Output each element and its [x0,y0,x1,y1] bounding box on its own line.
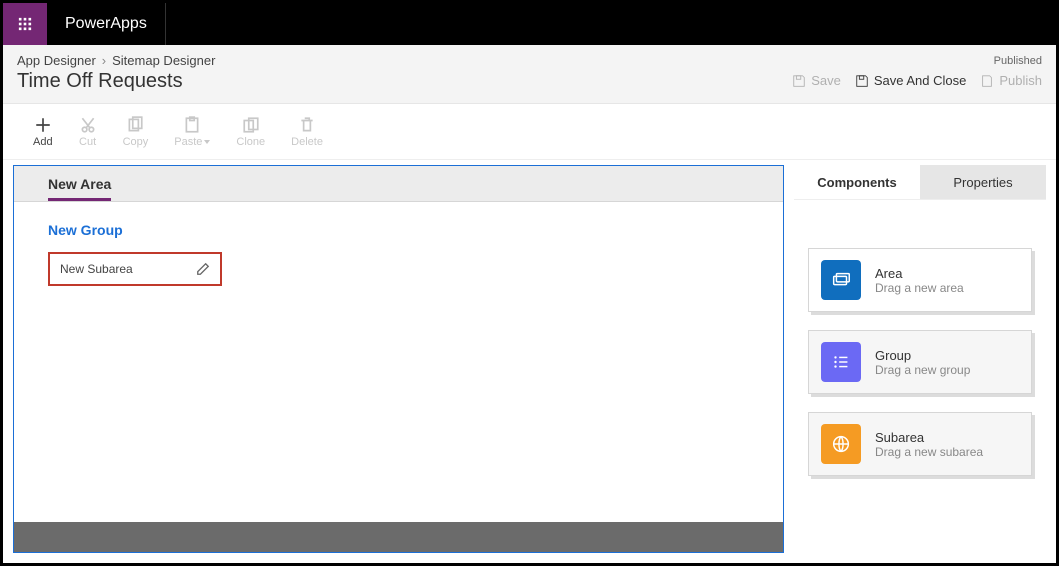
trash-icon [298,116,316,134]
save-and-close-label: Save And Close [874,73,967,88]
tab-components[interactable]: Components [794,165,920,199]
paste-label: Paste [174,136,202,148]
clone-button[interactable]: Clone [236,116,265,148]
subarea-label: New Subarea [60,262,133,276]
area-icon [821,260,861,300]
cut-label: Cut [79,136,96,148]
cut-button[interactable]: Cut [79,116,97,148]
group-title[interactable]: New Group [48,222,749,238]
workspace: New Area New Group New Subarea Component… [3,160,1056,563]
component-group-sub: Drag a new group [875,363,970,377]
component-subarea-sub: Drag a new subarea [875,445,983,459]
app-launcher-button[interactable] [3,3,47,45]
clone-icon [242,116,260,134]
paste-button[interactable]: Paste [174,116,210,148]
clone-label: Clone [236,136,265,148]
group-block: New Group New Subarea [14,202,783,306]
save-icon [792,74,806,88]
scissors-icon [79,116,97,134]
chevron-right-icon: › [102,53,106,68]
save-label: Save [811,73,841,88]
clipboard-icon [183,116,201,134]
copy-label: Copy [123,136,149,148]
side-panel: Components Properties Area Drag a new ar… [794,165,1046,553]
subarea-item[interactable]: New Subarea [48,252,222,286]
component-subarea[interactable]: Subarea Drag a new subarea [808,412,1032,476]
side-panel-tabs: Components Properties [794,165,1046,199]
components-list: Area Drag a new area Group Drag a new gr… [794,199,1046,553]
publish-icon [980,74,994,88]
page-title: Time Off Requests [17,70,792,93]
publish-button[interactable]: Publish [980,73,1042,88]
app-name: PowerApps [47,3,166,45]
tab-properties[interactable]: Properties [920,165,1046,199]
component-area-sub: Drag a new area [875,281,964,295]
component-group-title: Group [875,348,970,363]
copy-button[interactable]: Copy [123,116,149,148]
pencil-icon[interactable] [196,262,210,276]
save-and-close-button[interactable]: Save And Close [855,73,967,88]
canvas-footer [14,522,783,552]
component-area[interactable]: Area Drag a new area [808,248,1032,312]
add-button[interactable]: Add [33,116,53,148]
command-toolbar: Add Cut Copy Paste Clone Delete [3,104,1056,160]
copy-icon [126,116,144,134]
page-header: App Designer › Sitemap Designer Time Off… [3,45,1056,104]
publish-label: Publish [999,73,1042,88]
group-icon [821,342,861,382]
component-subarea-title: Subarea [875,430,983,445]
breadcrumb-root[interactable]: App Designer [17,53,96,68]
plus-icon [34,116,52,134]
delete-label: Delete [291,136,323,148]
breadcrumb: App Designer › Sitemap Designer [17,53,792,68]
area-tabs-row: New Area [14,166,783,202]
add-label: Add [33,136,53,148]
subarea-icon [821,424,861,464]
save-close-icon [855,74,869,88]
global-header: PowerApps [3,3,1056,45]
sitemap-canvas[interactable]: New Area New Group New Subarea [13,165,784,553]
save-button[interactable]: Save [792,73,841,88]
component-area-title: Area [875,266,964,281]
area-tab[interactable]: New Area [48,166,111,201]
component-group[interactable]: Group Drag a new group [808,330,1032,394]
waffle-icon [18,17,32,31]
delete-button[interactable]: Delete [291,116,323,148]
breadcrumb-current: Sitemap Designer [112,53,215,68]
chevron-down-icon [204,140,210,144]
publish-status: Published [994,55,1042,67]
